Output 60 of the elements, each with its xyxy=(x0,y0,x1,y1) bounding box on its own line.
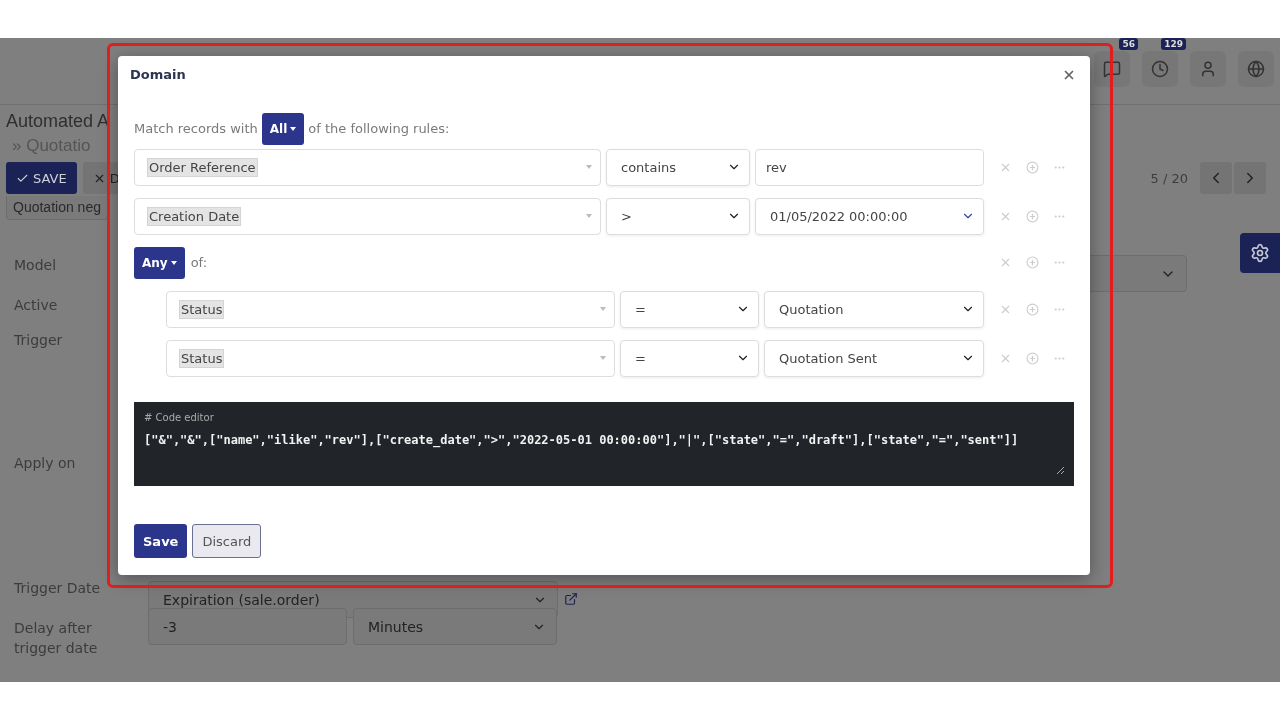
count-badge: 56 xyxy=(1119,38,1138,50)
chat-icon[interactable] xyxy=(1103,60,1121,78)
match-text: of the following rules: xyxy=(308,121,450,137)
add-icon[interactable] xyxy=(1026,160,1039,174)
field-tag: Status xyxy=(179,299,225,319)
save-button[interactable]: SAVE xyxy=(6,162,77,194)
field-label: Trigger xyxy=(14,331,64,350)
caret-icon xyxy=(600,356,606,361)
discard-button[interactable]: Discard xyxy=(192,524,262,558)
field-select[interactable]: Order Reference xyxy=(134,148,601,186)
toolbar-tile[interactable] xyxy=(1142,51,1178,87)
toolbar-tile[interactable] xyxy=(1190,51,1226,87)
add-icon[interactable] xyxy=(1026,351,1039,365)
pager-count: 5 / 20 xyxy=(1150,170,1188,186)
add-icon[interactable] xyxy=(1026,209,1039,223)
code-editor[interactable]: # Code editor ["&","&",["name","ilike","rev"],["create_date",">","2022-05-01 00:00:00"],"|",["state","=","draft"],["state","=","sent"]] xyxy=(134,401,1074,486)
caret-icon xyxy=(600,307,606,312)
settings-icon xyxy=(1250,243,1270,263)
operator-select[interactable]: = xyxy=(620,339,759,377)
field-tag: Status xyxy=(179,348,225,368)
field-label: Apply on xyxy=(14,454,77,473)
previous-button[interactable] xyxy=(1200,162,1232,194)
field-tag: Order Reference xyxy=(147,157,258,177)
resize-icon[interactable] xyxy=(1056,466,1064,474)
external-link-icon[interactable] xyxy=(564,592,578,606)
field-label: Trigger Date xyxy=(14,579,102,598)
field-label: Delay after trigger date xyxy=(14,619,99,658)
field-select[interactable]: Status xyxy=(166,290,615,328)
code-text: ["&","&",["name","ilike","rev"],["create_date",">","2022-05-01 00:00:00"],"|",["state","=","draft"],["state","=","sent"]] xyxy=(144,432,1020,447)
value-select[interactable]: Quotation xyxy=(764,290,984,328)
globe-icon[interactable] xyxy=(1247,60,1265,78)
delay-field[interactable]: -3 xyxy=(148,608,347,645)
avatar-icon[interactable] xyxy=(1199,60,1217,78)
date-field[interactable]: 01/05/2022 00:00:00 xyxy=(755,197,984,235)
value-select[interactable]: Quotation Sent xyxy=(764,339,984,377)
match-text: Match records with xyxy=(134,121,258,137)
count-badge: 129 xyxy=(1161,38,1186,50)
match-mode-button[interactable]: All xyxy=(261,112,305,145)
add-icon[interactable] xyxy=(1026,256,1039,270)
caret-icon xyxy=(586,165,592,170)
group-text: of: xyxy=(190,255,208,271)
field-tag: Creation Date xyxy=(147,206,242,226)
group-mode-button[interactable]: Any xyxy=(134,246,185,279)
operator-select[interactable]: > xyxy=(606,197,750,235)
field-select[interactable]: Status xyxy=(166,339,615,377)
operator-select[interactable]: contains xyxy=(606,148,750,186)
next-button[interactable] xyxy=(1234,162,1266,194)
settings-button[interactable] xyxy=(1240,233,1280,273)
toolbar-tile[interactable] xyxy=(1238,51,1274,87)
save-button[interactable]: Save xyxy=(134,524,188,558)
dialog-title: Domain xyxy=(130,67,186,83)
field-select[interactable]: Creation Date xyxy=(134,197,601,235)
field-label: Active xyxy=(14,296,59,315)
operator-select[interactable]: = xyxy=(620,290,759,328)
add-icon[interactable] xyxy=(1026,302,1039,316)
caret-icon xyxy=(586,214,592,219)
code-label: # Code editor xyxy=(144,411,215,423)
value-field[interactable]: rev xyxy=(755,148,984,186)
clock-icon[interactable] xyxy=(1151,60,1169,78)
unit-select[interactable]: Minutes xyxy=(353,608,557,645)
